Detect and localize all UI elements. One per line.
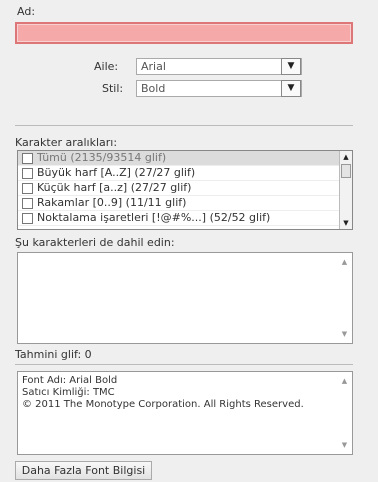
style-value: Bold bbox=[141, 82, 166, 95]
estimated-glyphs: Tahmini glif: 0 bbox=[15, 348, 92, 361]
divider bbox=[15, 364, 353, 365]
checkbox[interactable] bbox=[22, 153, 33, 164]
font-info-name: Font Adı: Arial Bold bbox=[22, 375, 118, 386]
chevron-down-icon[interactable]: ▼ bbox=[281, 80, 301, 97]
chevron-down-icon[interactable]: ▼ bbox=[281, 58, 301, 75]
more-font-info-button[interactable]: Daha Fazla Font Bilgisi bbox=[15, 461, 152, 480]
style-select[interactable]: Bold ▼ bbox=[136, 80, 302, 97]
divider bbox=[15, 125, 353, 126]
range-item-punctuation[interactable]: Noktalama işaretleri [!@#%...] (52/52 gl… bbox=[18, 211, 352, 226]
scroll-up-icon[interactable]: ▲ bbox=[340, 151, 352, 163]
range-item-label: Büyük harf [A..Z] (27/27 glif) bbox=[37, 166, 196, 179]
name-label: Ad: bbox=[17, 5, 36, 18]
scroll-up-icon[interactable]: ▲ bbox=[338, 375, 351, 387]
character-ranges-list[interactable]: Tümü (2135/93514 glif) Büyük harf [A..Z]… bbox=[17, 150, 353, 230]
range-item-label: Küçük harf [a..z] (27/27 glif) bbox=[37, 181, 192, 194]
range-item-all[interactable]: Tümü (2135/93514 glif) bbox=[18, 151, 352, 166]
checkbox[interactable] bbox=[22, 168, 33, 179]
family-value: Arial bbox=[141, 60, 166, 73]
font-info-box[interactable]: Font Adı: Arial Bold Satıcı Kimliği: TMC… bbox=[17, 371, 353, 455]
character-ranges-label: Karakter aralıkları: bbox=[15, 136, 118, 149]
include-characters-label: Şu karakterleri de dahil edin: bbox=[15, 236, 175, 249]
range-item-label: Noktalama işaretleri [!@#%...] (52/52 gl… bbox=[37, 211, 271, 224]
scroll-down-icon[interactable]: ▼ bbox=[338, 439, 351, 451]
range-list-scrollbar[interactable]: ▲ ▼ bbox=[339, 151, 352, 229]
include-characters-input[interactable]: ▲ ▼ bbox=[17, 252, 353, 344]
range-item-uppercase[interactable]: Büyük harf [A..Z] (27/27 glif) bbox=[18, 166, 352, 181]
checkbox[interactable] bbox=[22, 213, 33, 224]
family-label: Aile: bbox=[94, 60, 119, 73]
style-label: Stil: bbox=[102, 82, 124, 95]
checkbox[interactable] bbox=[22, 183, 33, 194]
family-select[interactable]: Arial ▼ bbox=[136, 58, 302, 75]
scroll-down-icon[interactable]: ▼ bbox=[338, 328, 351, 340]
range-item-label: Tümü (2135/93514 glif) bbox=[37, 151, 167, 164]
scroll-down-icon[interactable]: ▼ bbox=[340, 217, 352, 229]
range-item-label: Rakamlar [0..9] (11/11 glif) bbox=[37, 196, 187, 209]
font-info-copyright: © 2011 The Monotype Corporation. All Rig… bbox=[22, 399, 304, 410]
font-info-vendor: Satıcı Kimliği: TMC bbox=[22, 387, 115, 398]
range-item-digits[interactable]: Rakamlar [0..9] (11/11 glif) bbox=[18, 196, 352, 211]
scroll-up-icon[interactable]: ▲ bbox=[338, 256, 351, 268]
range-item-lowercase[interactable]: Küçük harf [a..z] (27/27 glif) bbox=[18, 181, 352, 196]
include-scrollbar[interactable]: ▲ ▼ bbox=[338, 254, 351, 342]
scroll-thumb[interactable] bbox=[341, 164, 351, 178]
checkbox[interactable] bbox=[22, 198, 33, 209]
font-info-scrollbar[interactable]: ▲ ▼ bbox=[338, 373, 351, 453]
name-input[interactable] bbox=[15, 22, 353, 44]
